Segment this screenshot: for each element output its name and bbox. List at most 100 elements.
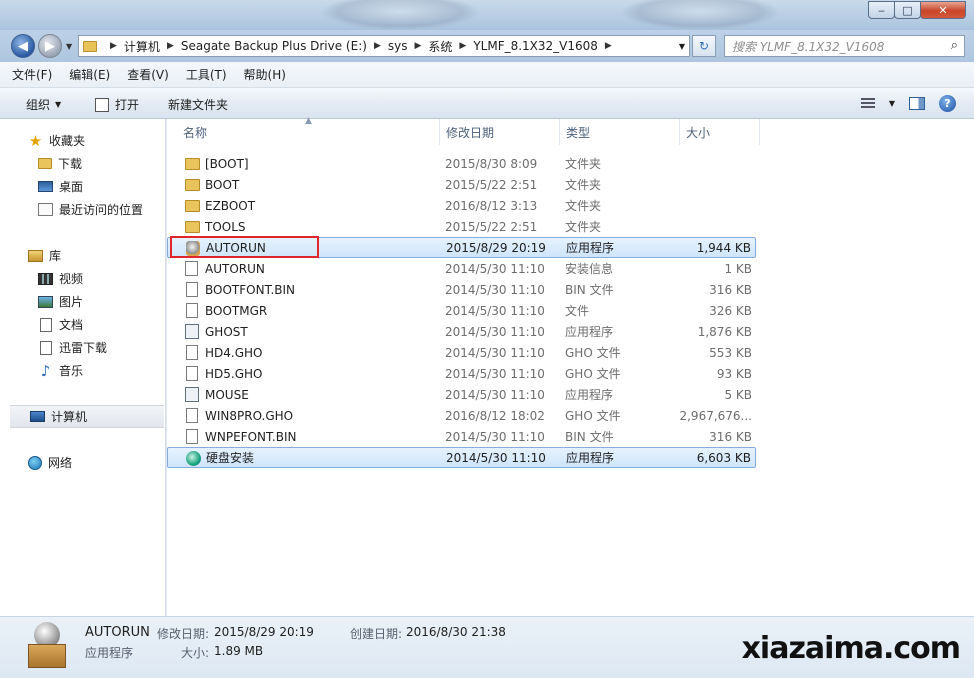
- forward-button[interactable]: ▶: [38, 34, 62, 58]
- nav-label: 音乐: [59, 364, 84, 378]
- file-row[interactable]: BOOTFONT.BIN 2014/5/30 11:10 BIN 文件 316 …: [167, 279, 756, 300]
- open-button[interactable]: 打开: [95, 96, 139, 113]
- preview-pane-icon[interactable]: [909, 97, 925, 110]
- site-watermark: xiazaima.com: [741, 631, 961, 666]
- file-row[interactable]: BOOTMGR 2014/5/30 11:10 文件 326 KB: [167, 300, 756, 321]
- file-row[interactable]: AUTORUN 2014/5/30 11:10 安装信息 1 KB: [167, 258, 756, 279]
- file-row[interactable]: MOUSE 2014/5/30 11:10 应用程序 5 KB: [167, 384, 756, 405]
- menu-edit[interactable]: 编辑(E): [69, 66, 110, 83]
- view-dropdown-icon[interactable]: ▼: [889, 99, 895, 108]
- file-type: 文件夹: [565, 220, 602, 234]
- file-icon: [186, 408, 198, 423]
- file-row[interactable]: WNPEFONT.BIN 2014/5/30 11:10 BIN 文件 316 …: [167, 426, 756, 447]
- navigation-pane: ★ 收藏夹 下载 桌面 最近访问的位置 库 视频 图片 文档 迅雷下载 ♪ 音乐…: [0, 119, 166, 616]
- menu-help[interactable]: 帮助(H): [244, 66, 286, 83]
- minimize-button[interactable]: ‒: [868, 1, 895, 19]
- chevron-right-icon[interactable]: ▶: [414, 41, 421, 51]
- network-group: 网络: [0, 451, 166, 474]
- breadcrumb-computer[interactable]: 计算机: [124, 38, 160, 55]
- nav-recent-places[interactable]: 最近访问的位置: [0, 198, 166, 221]
- folder-icon: [185, 221, 200, 233]
- column-header-size[interactable]: 大小: [680, 119, 760, 145]
- file-row[interactable]: HD4.GHO 2014/5/30 11:10 GHO 文件 553 KB: [167, 342, 756, 363]
- chevron-right-icon[interactable]: ▶: [110, 41, 117, 51]
- nav-computer[interactable]: 计算机: [10, 405, 164, 428]
- menu-file[interactable]: 文件(F): [12, 66, 52, 83]
- new-folder-button[interactable]: 新建文件夹: [168, 96, 228, 113]
- file-name: GHOST: [205, 324, 248, 339]
- file-row[interactable]: WIN8PRO.GHO 2016/8/12 18:02 GHO 文件 2,967…: [167, 405, 756, 426]
- column-label: 大小: [686, 125, 711, 140]
- chevron-down-icon: ▼: [55, 100, 62, 109]
- organize-button[interactable]: 组织 ▼: [26, 96, 61, 113]
- chevron-right-icon[interactable]: ▶: [459, 41, 466, 51]
- nav-thunder-downloads[interactable]: 迅雷下载: [0, 336, 166, 359]
- nav-favorites[interactable]: ★ 收藏夹: [0, 129, 166, 152]
- file-row[interactable]: BOOT 2015/5/22 2:51 文件夹: [167, 174, 756, 195]
- file-type: 应用程序: [565, 325, 614, 339]
- file-date: 2015/8/30 8:09: [445, 156, 538, 171]
- column-header-type[interactable]: 类型: [560, 119, 680, 145]
- details-size-value: 1.89 MB: [214, 644, 264, 658]
- file-row[interactable]: GHOST 2014/5/30 11:10 应用程序 1,876 KB: [167, 321, 756, 342]
- breadcrumb-sys[interactable]: sys: [388, 39, 408, 53]
- column-label: 修改日期: [446, 125, 495, 140]
- menu-tools[interactable]: 工具(T): [186, 66, 227, 83]
- breadcrumb-system[interactable]: 系统: [428, 38, 452, 55]
- autorun-large-icon: [24, 620, 70, 672]
- file-date: 2015/5/22 2:51: [445, 219, 538, 234]
- search-icon[interactable]: ⌕: [951, 38, 958, 53]
- file-name: BOOTMGR: [205, 303, 268, 318]
- change-view-icon[interactable]: [860, 97, 875, 110]
- refresh-button[interactable]: ↻: [692, 35, 716, 57]
- nav-libraries[interactable]: 库: [0, 244, 166, 267]
- chevron-right-icon[interactable]: ▶: [374, 41, 381, 51]
- thunder-download-icon: [40, 340, 52, 355]
- breadcrumb-ylmf[interactable]: YLMF_8.1X32_V1608: [473, 39, 598, 53]
- nav-music[interactable]: ♪ 音乐: [0, 359, 166, 382]
- back-button[interactable]: ◀: [11, 34, 35, 58]
- annotation-highlight-box: [170, 236, 319, 258]
- box-shape: [28, 644, 66, 668]
- file-row[interactable]: HD5.GHO 2014/5/30 11:10 GHO 文件 93 KB: [167, 363, 756, 384]
- file-name: WIN8PRO.GHO: [205, 408, 294, 423]
- sort-ascending-icon: ▲: [305, 116, 312, 126]
- window-controls: ‒ □ ✕: [868, 1, 966, 19]
- view-controls: ▼ ?: [860, 95, 956, 112]
- chevron-right-icon[interactable]: ▶: [605, 41, 612, 51]
- open-icon: [95, 97, 109, 112]
- column-header-name[interactable]: 名称 ▲: [167, 116, 440, 145]
- file-name: WNPEFONT.BIN: [205, 429, 297, 444]
- chevron-right-icon[interactable]: ▶: [167, 41, 174, 51]
- nav-network[interactable]: 网络: [0, 451, 166, 474]
- menu-view[interactable]: 查看(V): [127, 66, 169, 83]
- nav-documents[interactable]: 文档: [0, 313, 166, 336]
- file-row[interactable]: TOOLS 2015/5/22 2:51 文件夹: [167, 216, 756, 237]
- address-bar[interactable]: ▶ 计算机 ▶ Seagate Backup Plus Drive (E:) ▶…: [78, 35, 690, 57]
- file-row[interactable]: [BOOT] 2015/8/30 8:09 文件夹: [167, 153, 756, 174]
- file-size: 326 KB: [709, 303, 752, 318]
- nav-label: 图片: [59, 295, 84, 309]
- folder-icon: [185, 179, 200, 191]
- file-date: 2014/5/30 11:10: [445, 261, 545, 276]
- recent-pages-dropdown[interactable]: ▼: [66, 42, 72, 51]
- close-button[interactable]: ✕: [920, 1, 966, 19]
- nav-pictures[interactable]: 图片: [0, 290, 166, 313]
- menu-bar: 文件(F) 编辑(E) 查看(V) 工具(T) 帮助(H): [0, 62, 974, 88]
- address-dropdown[interactable]: ▼: [679, 42, 685, 51]
- file-type: GHO 文件: [565, 367, 621, 381]
- breadcrumb-drive[interactable]: Seagate Backup Plus Drive (E:): [181, 39, 367, 53]
- help-icon[interactable]: ?: [939, 95, 956, 112]
- file-row[interactable]: EZBOOT 2016/8/12 3:13 文件夹: [167, 195, 756, 216]
- nav-desktop[interactable]: 桌面: [0, 175, 166, 198]
- file-type: GHO 文件: [565, 346, 621, 360]
- search-input[interactable]: 搜索 YLMF_8.1X32_V1608 ⌕: [724, 35, 965, 57]
- file-date: 2014/5/30 11:10: [445, 366, 545, 381]
- maximize-button[interactable]: □: [894, 1, 921, 19]
- nav-downloads[interactable]: 下载: [0, 152, 166, 175]
- nav-videos[interactable]: 视频: [0, 267, 166, 290]
- file-row-hover[interactable]: 硬盘安装 2014/5/30 11:10 应用程序 6,603 KB: [167, 447, 756, 468]
- file-size: 1,876 KB: [697, 324, 752, 339]
- column-header-date[interactable]: 修改日期: [440, 119, 560, 145]
- recent-places-icon: [38, 203, 53, 216]
